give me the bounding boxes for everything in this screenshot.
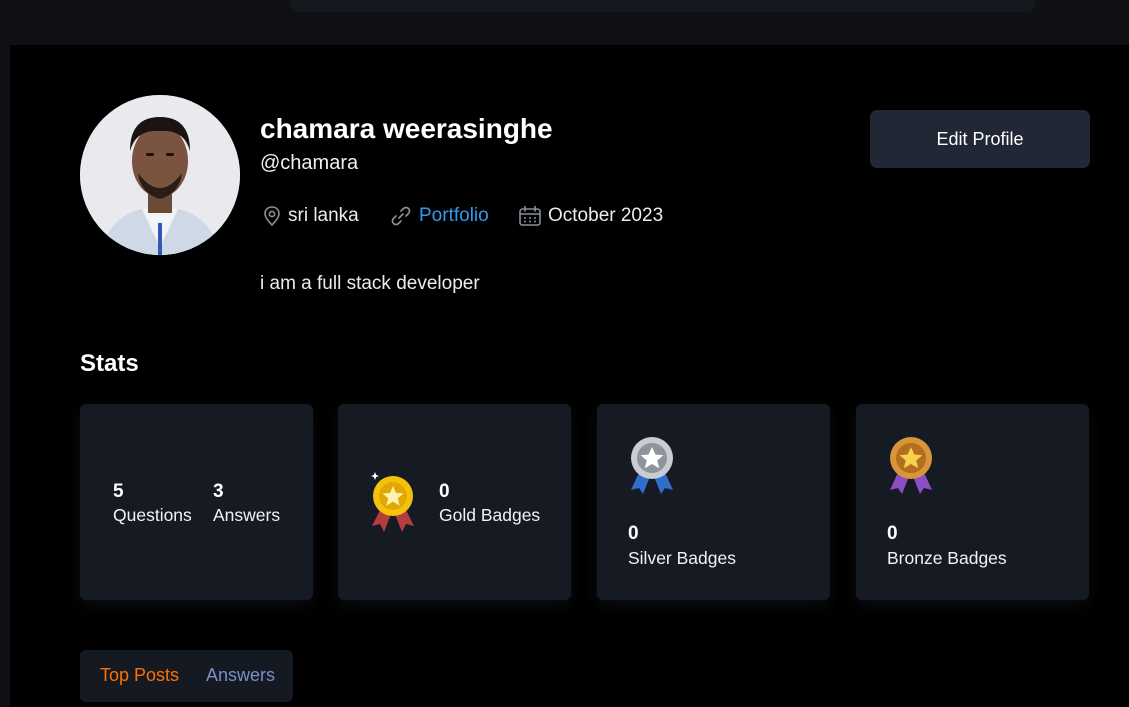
tab-answers[interactable]: Answers	[206, 665, 275, 686]
tab-top-posts[interactable]: Top Posts	[100, 665, 179, 686]
calendar-icon	[519, 205, 541, 226]
stats-card-gold: 0 Gold Badges	[338, 404, 571, 600]
stats-card-bronze: 0 Bronze Badges	[856, 404, 1089, 600]
gold-badges-count: 0	[439, 481, 450, 502]
silver-badges-label: Silver Badges	[628, 548, 736, 568]
silver-medal-icon	[631, 437, 673, 494]
bronze-badges-label: Bronze Badges	[887, 548, 1007, 568]
profile-username: @chamara	[260, 152, 359, 174]
stats-card-silver: 0 Silver Badges	[597, 404, 830, 600]
answers-label: Answers	[213, 505, 281, 525]
location-pin-icon	[264, 206, 280, 227]
silver-badges-count: 0	[628, 523, 639, 544]
joined-date-info: October 2023	[518, 204, 663, 228]
bronze-medal-icon	[890, 437, 932, 494]
avatar	[80, 95, 240, 255]
stats-card-questions-answers: 5 Questions 3 Answers	[80, 404, 313, 600]
bronze-badges-count: 0	[887, 523, 898, 544]
answers-count: 3	[213, 481, 224, 502]
gold-medal-icon	[371, 472, 414, 532]
profile-tabs: Top Posts Answers	[80, 650, 293, 702]
location-info: sri lanka	[262, 204, 359, 228]
portfolio-link-text[interactable]: Portfolio	[419, 205, 489, 227]
location-text: sri lanka	[288, 205, 359, 226]
questions-label: Questions	[113, 505, 192, 525]
top-navbar	[0, 0, 1129, 45]
profile-bio: i am a full stack developer	[260, 273, 480, 294]
joined-date-text: October 2023	[548, 205, 664, 226]
left-sidebar	[0, 45, 10, 707]
link-icon	[391, 206, 411, 226]
edit-profile-button[interactable]: Edit Profile	[870, 110, 1090, 168]
global-search-bar[interactable]	[290, 0, 1036, 12]
stats-heading: Stats	[80, 350, 139, 377]
gold-badges-label: Gold Badges	[439, 505, 541, 525]
portfolio-link[interactable]: Portfolio	[389, 204, 489, 228]
questions-count: 5	[113, 481, 124, 502]
profile-name: chamara weerasinghe	[260, 113, 553, 144]
